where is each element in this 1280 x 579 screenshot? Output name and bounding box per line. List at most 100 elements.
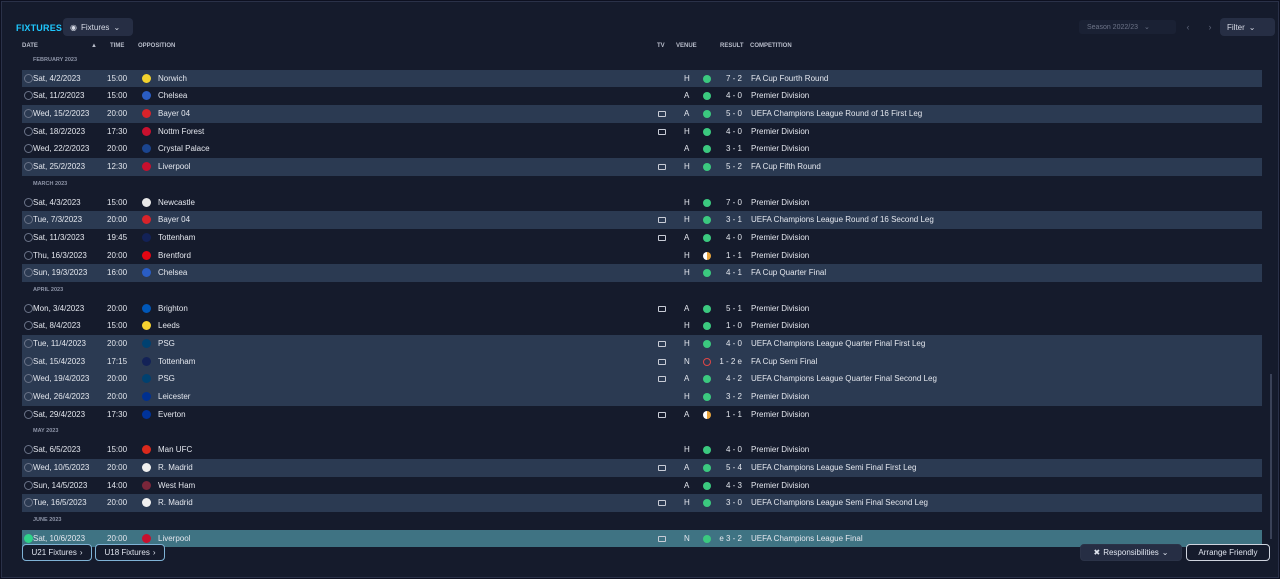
fixture-row[interactable]: Tue, 16/5/2023 20:00 R. Madrid H 3 - 0 UEFA C…: [22, 494, 1262, 512]
competition-name[interactable]: FA Cup Quarter Final: [751, 268, 826, 277]
result-score[interactable]: 4 - 2: [726, 374, 742, 383]
fixture-row[interactable]: Sat, 18/2/2023 17:30 Nottm Forest H 4 - 0 Pre…: [22, 123, 1262, 141]
fixture-row[interactable]: Tue, 11/4/2023 20:00 PSG H 4 - 0 UEFA Champio…: [22, 335, 1262, 353]
fixture-row[interactable]: Sat, 15/4/2023 17:15 Tottenham N 1 - 2 e FA C…: [22, 352, 1262, 371]
result-score[interactable]: 1 - 1: [726, 410, 742, 419]
scrollbar[interactable]: [1270, 374, 1272, 539]
opposition-name[interactable]: R. Madrid: [158, 498, 193, 507]
opposition-name[interactable]: Chelsea: [158, 268, 187, 277]
competition-name[interactable]: Premier Division: [751, 251, 809, 260]
result-score[interactable]: 5 - 1: [726, 304, 742, 313]
fixture-row[interactable]: Sat, 4/3/2023 15:00 Newcastle H 7 - 0 Premier…: [22, 194, 1262, 212]
result-score[interactable]: 1 - 0: [726, 321, 742, 330]
fixture-row[interactable]: Sun, 19/3/2023 16:00 Chelsea H 4 - 1 FA Cup Q…: [22, 264, 1262, 282]
opposition-name[interactable]: Tottenham: [158, 233, 195, 242]
result-score[interactable]: 4 - 0: [726, 339, 742, 348]
result-score[interactable]: 4 - 3: [726, 481, 742, 490]
competition-name[interactable]: FA Cup Semi Final: [751, 357, 817, 366]
competition-name[interactable]: UEFA Champions League Semi Final Second …: [751, 498, 928, 507]
competition-name[interactable]: UEFA Champions League Quarter Final Seco…: [751, 374, 937, 383]
fixture-row[interactable]: Sat, 29/4/2023 17:30 Everton A 1 - 1 Premier …: [22, 406, 1262, 424]
competition-name[interactable]: UEFA Champions League Round of 16 Second…: [751, 215, 934, 224]
competition-name[interactable]: Premier Division: [751, 91, 809, 100]
fixture-row[interactable]: Sat, 11/3/2023 19:45 Tottenham A 4 - 0 Premie…: [22, 229, 1262, 247]
opposition-name[interactable]: Tottenham: [158, 357, 195, 366]
fixture-row[interactable]: Sat, 11/2/2023 15:00 Chelsea A 4 - 0 Premier …: [22, 87, 1262, 105]
competition-name[interactable]: UEFA Champions League Final: [751, 534, 863, 543]
column-result[interactable]: RESULT: [720, 43, 744, 49]
responsibilities-button[interactable]: ✖ Responsibilities ⌄: [1080, 544, 1182, 561]
result-score[interactable]: 4 - 0: [726, 445, 742, 454]
sort-ascending-icon[interactable]: ▲: [91, 43, 97, 49]
fixture-row[interactable]: Wed, 15/2/2023 20:00 Bayer 04 A 5 - 0 UEFA Ch…: [22, 105, 1262, 123]
opposition-name[interactable]: Liverpool: [158, 534, 190, 543]
opposition-name[interactable]: Chelsea: [158, 91, 187, 100]
result-score[interactable]: 4 - 1: [726, 268, 742, 277]
u18-fixtures-button[interactable]: U18 Fixtures ›: [95, 544, 165, 561]
column-venue[interactable]: VENUE: [676, 43, 697, 49]
season-dropdown[interactable]: Season 2022/23 ⌄: [1079, 20, 1176, 34]
opposition-name[interactable]: Brentford: [158, 251, 191, 260]
result-score[interactable]: 4 - 0: [726, 127, 742, 136]
result-score[interactable]: 1 - 2 e: [719, 357, 742, 366]
result-score[interactable]: e 3 - 2: [719, 534, 742, 543]
fixture-row[interactable]: Sat, 8/4/2023 15:00 Leeds H 1 - 0 Premier Div…: [22, 317, 1262, 335]
arrange-friendly-button[interactable]: Arrange Friendly: [1186, 544, 1270, 561]
fixture-row[interactable]: Sat, 6/5/2023 15:00 Man UFC H 4 - 0 Premier D…: [22, 441, 1262, 459]
competition-name[interactable]: Premier Division: [751, 144, 809, 153]
opposition-name[interactable]: Liverpool: [158, 162, 190, 171]
fixture-row[interactable]: Wed, 19/4/2023 20:00 PSG A 4 - 2 UEFA Champio…: [22, 370, 1262, 389]
result-score[interactable]: 1 - 1: [726, 251, 742, 260]
result-score[interactable]: 4 - 0: [726, 233, 742, 242]
opposition-name[interactable]: Everton: [158, 410, 186, 419]
competition-name[interactable]: Premier Division: [751, 410, 809, 419]
fixture-row[interactable]: Wed, 26/4/2023 20:00 Leicester H 3 - 2 Premie…: [22, 388, 1262, 406]
next-season-button[interactable]: ›: [1200, 20, 1220, 34]
result-score[interactable]: 5 - 0: [726, 109, 742, 118]
opposition-name[interactable]: Nottm Forest: [158, 127, 204, 136]
fixture-row[interactable]: Wed, 22/2/2023 20:00 Crystal Palace A 3 - 1 P…: [22, 140, 1262, 158]
result-score[interactable]: 4 - 0: [726, 91, 742, 100]
opposition-name[interactable]: Leicester: [158, 392, 190, 401]
opposition-name[interactable]: Bayer 04: [158, 215, 190, 224]
fixture-row[interactable]: Sat, 25/2/2023 12:30 Liverpool H 5 - 2 FA Cup…: [22, 158, 1262, 176]
fixture-row[interactable]: Tue, 7/3/2023 20:00 Bayer 04 H 3 - 1 UEFA Cha…: [22, 211, 1262, 229]
column-time[interactable]: TIME: [110, 43, 124, 49]
competition-name[interactable]: Premier Division: [751, 321, 809, 330]
result-score[interactable]: 3 - 1: [726, 144, 742, 153]
competition-name[interactable]: FA Cup Fourth Round: [751, 74, 828, 83]
competition-name[interactable]: UEFA Champions League Quarter Final Firs…: [751, 339, 925, 348]
competition-name[interactable]: Premier Division: [751, 127, 809, 136]
competition-name[interactable]: FA Cup Fifth Round: [751, 162, 821, 171]
result-score[interactable]: 5 - 4: [726, 463, 742, 472]
column-date[interactable]: DATE: [22, 43, 38, 49]
filter-button[interactable]: Filter ⌄: [1220, 18, 1275, 36]
view-dropdown[interactable]: ◉ Fixtures ⌄: [63, 18, 133, 36]
previous-season-button[interactable]: ‹: [1178, 20, 1198, 34]
competition-name[interactable]: Premier Division: [751, 198, 809, 207]
opposition-name[interactable]: Man UFC: [158, 445, 192, 454]
competition-name[interactable]: Premier Division: [751, 445, 809, 454]
fixture-row[interactable]: Wed, 10/5/2023 20:00 R. Madrid A 5 - 4 UEFA C…: [22, 458, 1262, 477]
competition-name[interactable]: Premier Division: [751, 392, 809, 401]
opposition-name[interactable]: West Ham: [158, 481, 195, 490]
column-opposition[interactable]: OPPOSITION: [138, 43, 175, 49]
competition-name[interactable]: UEFA Champions League Round of 16 First …: [751, 109, 922, 118]
competition-name[interactable]: UEFA Champions League Semi Final First L…: [751, 463, 916, 472]
column-competition[interactable]: COMPETITION: [750, 43, 792, 49]
opposition-name[interactable]: Crystal Palace: [158, 144, 210, 153]
competition-name[interactable]: Premier Division: [751, 233, 809, 242]
opposition-name[interactable]: Norwich: [158, 74, 187, 83]
opposition-name[interactable]: Newcastle: [158, 198, 195, 207]
u21-fixtures-button[interactable]: U21 Fixtures ›: [22, 544, 92, 561]
opposition-name[interactable]: PSG: [158, 374, 175, 383]
fixture-row[interactable]: Mon, 3/4/2023 20:00 Brighton A 5 - 1 Premier …: [22, 300, 1262, 318]
competition-name[interactable]: Premier Division: [751, 481, 809, 490]
result-score[interactable]: 3 - 0: [726, 498, 742, 507]
result-score[interactable]: 3 - 1: [726, 215, 742, 224]
fixture-row[interactable]: Sun, 14/5/2023 14:00 West Ham A 4 - 3 Premier…: [22, 477, 1262, 495]
fixture-row[interactable]: Thu, 16/3/2023 20:00 Brentford H 1 - 1 Premie…: [22, 247, 1262, 265]
fixture-row[interactable]: Sat, 4/2/2023 15:00 Norwich H 7 - 2 FA Cup Fo…: [22, 69, 1262, 88]
result-score[interactable]: 3 - 2: [726, 392, 742, 401]
result-score[interactable]: 7 - 2: [726, 74, 742, 83]
